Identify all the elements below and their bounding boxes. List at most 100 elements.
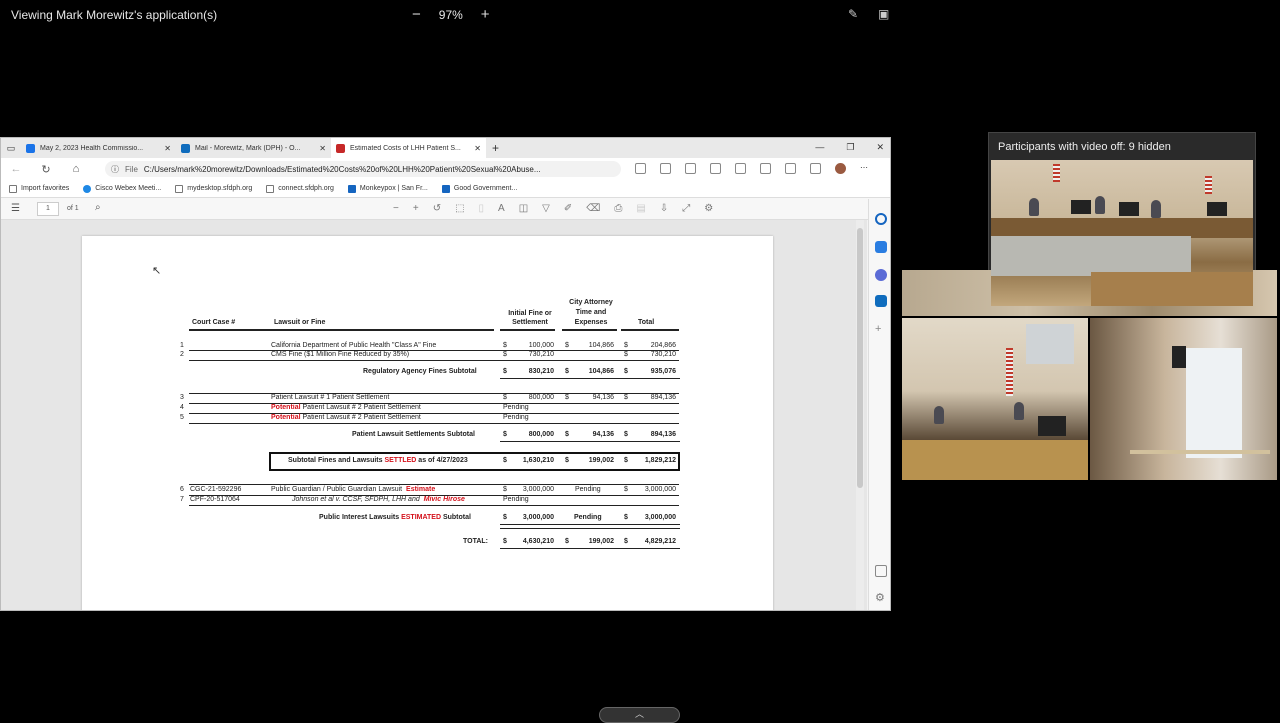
sidebar-settings-icon[interactable]: ⚙ [875, 591, 887, 604]
settings-icon[interactable]: ⚙ [704, 203, 713, 214]
expand-controls-button[interactable]: ︿ [599, 707, 680, 723]
close-window-icon[interactable]: ✕ [876, 142, 884, 153]
zoom-in-icon[interactable]: + [413, 203, 419, 214]
bookmark-label: Monkeypox | San Fr... [359, 185, 428, 192]
bookmark-good-government[interactable]: Good Government... [441, 184, 517, 193]
case-number: CPF-20-517064 [190, 496, 240, 503]
header-total: Total [638, 319, 655, 326]
search-icon[interactable]: ⌕ [95, 202, 101, 213]
page-icon [175, 184, 184, 193]
row-number: 5 [180, 414, 184, 421]
initial-value: 3,000,000 [522, 514, 554, 521]
annotate-icon[interactable]: ✎ [848, 8, 862, 20]
flag-image [1006, 348, 1013, 396]
popout-icon[interactable]: ▣ [878, 8, 892, 20]
tab-health-commission[interactable]: May 2, 2023 Health Commissio... ✕ [21, 138, 176, 158]
rotate-icon[interactable]: ↺ [433, 203, 441, 214]
zoom-out-icon[interactable]: − [393, 203, 399, 214]
dollar-sign: $ [565, 457, 569, 464]
more-menu-icon[interactable]: ⋯ [860, 163, 871, 174]
tab-favicon-icon [26, 143, 35, 153]
print-icon[interactable]: ⎙ [614, 203, 622, 214]
participants-hidden-label[interactable]: Participants with video off: 9 hidden [998, 141, 1171, 153]
browser-essentials-icon[interactable] [785, 163, 796, 174]
fullscreen-icon[interactable]: ⤢ [682, 203, 690, 214]
participant-video-left[interactable] [902, 318, 1088, 480]
window-image [1186, 348, 1242, 458]
total-value: 3,000,000 [644, 486, 676, 493]
dollar-sign: $ [503, 394, 507, 401]
hide-sidebar-icon[interactable] [875, 565, 887, 577]
row-rule [189, 403, 679, 404]
address-bar[interactable]: ⓘ File C:/Users/mark%20morewitz/Download… [105, 161, 621, 177]
back-icon[interactable]: ← [1, 163, 31, 175]
refresh-extension-icon[interactable] [710, 163, 721, 174]
restore-icon[interactable]: ❐ [846, 142, 854, 153]
minimize-icon[interactable]: — [815, 142, 824, 153]
erase-icon[interactable]: ⌫ [586, 203, 600, 214]
bing-icon[interactable] [875, 241, 887, 253]
row-number: 3 [180, 394, 184, 401]
bookmark-connect[interactable]: connect.sfdph.org [266, 184, 334, 193]
save-as-icon[interactable]: ⇩ [660, 203, 668, 214]
pdf-scrollbar[interactable] [856, 220, 864, 610]
search-sidebar-icon[interactable] [875, 213, 887, 225]
save-icon[interactable]: ▤ [636, 203, 645, 214]
extensions-icon[interactable] [810, 163, 821, 174]
two-page-icon[interactable]: ◫ [519, 203, 528, 214]
city-value: Pending [574, 514, 602, 521]
tab-close-icon[interactable]: ✕ [474, 144, 481, 153]
bookmark-webex[interactable]: Cisco Webex Meeti... [83, 184, 161, 193]
read-aloud-icon[interactable]: A [498, 203, 505, 214]
fit-page-icon[interactable]: ⬚ [455, 203, 464, 214]
rail-image [1091, 272, 1253, 306]
pdf-viewer: ↖ Court Case # Lawsuit or Fine Initial F… [1, 220, 867, 610]
row-rule [500, 441, 680, 442]
tab-close-icon[interactable]: ✕ [164, 144, 171, 153]
tab-estimated-costs[interactable]: Estimated Costs of LHH Patient S... ✕ [331, 138, 486, 158]
profile-avatar[interactable] [835, 163, 846, 174]
tools-icon[interactable] [875, 269, 887, 281]
bookmark-import-favorites[interactable]: Import favorites [9, 184, 69, 193]
window-menu-icon[interactable]: ▭ [1, 143, 21, 154]
collections-icon[interactable] [760, 163, 771, 174]
row-text: Patient Lawsuit # 2 Patient Settlement [300, 404, 421, 411]
scroll-thumb[interactable] [857, 228, 863, 488]
row-flag: Mivic Hirose [423, 496, 465, 503]
favorites-icon[interactable] [735, 163, 746, 174]
participant-video-right[interactable] [1090, 318, 1277, 480]
dollar-sign: $ [503, 368, 507, 375]
highlight-icon[interactable]: ▽ [542, 203, 550, 214]
new-tab-button[interactable]: + [486, 141, 499, 155]
page-number-input[interactable]: 1 [37, 202, 59, 216]
contents-icon[interactable]: ☰ [11, 203, 20, 214]
home-icon[interactable]: ⌂ [61, 163, 91, 175]
refresh-icon[interactable]: ↻ [31, 163, 61, 176]
zoom-out-button[interactable]: − [412, 6, 421, 23]
monitor-image [1207, 202, 1227, 216]
draw-icon[interactable]: ✐ [564, 203, 572, 214]
participant-video-main[interactable] [991, 160, 1253, 306]
page-view-icon[interactable]: ▯ [479, 203, 485, 214]
add-sidebar-icon[interactable]: + [875, 323, 887, 335]
extension-icon[interactable] [685, 163, 696, 174]
initial-value: Pending [503, 414, 529, 421]
tab-mail[interactable]: Mail - Morewitz, Mark (DPH) - O... ✕ [176, 138, 331, 158]
extension-icon[interactable] [660, 163, 671, 174]
bookmark-monkeypox[interactable]: Monkeypox | San Fr... [347, 184, 428, 193]
bookmark-mydesktop[interactable]: mydesktop.sfdph.org [175, 184, 252, 193]
public-subtotal-pre: Public Interest Lawsuits [319, 514, 402, 521]
dollar-sign: $ [624, 538, 628, 545]
extension-icon[interactable] [635, 163, 646, 174]
city-value: Pending [575, 486, 601, 493]
row-number: 1 [180, 342, 184, 349]
share-actions: ✎ ▣ [848, 8, 892, 20]
settled-label-pre: Subtotal Fines and Lawsuits [288, 457, 385, 464]
row-text: Public Guardian / Public Guardian Lawsui… [271, 486, 403, 493]
outlook-icon[interactable] [875, 295, 887, 307]
city-value: 104,866 [588, 368, 614, 375]
zoom-in-button[interactable]: + [481, 6, 490, 23]
header-rule [621, 329, 679, 331]
tab-close-icon[interactable]: ✕ [319, 144, 326, 153]
toolbar-icons: ⋯ [635, 163, 871, 174]
